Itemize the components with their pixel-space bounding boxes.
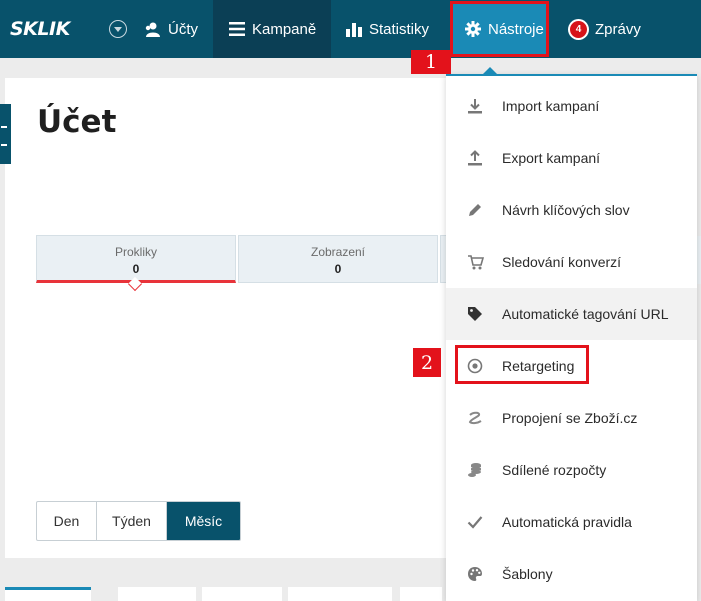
metric-impressions-value: 0: [334, 262, 342, 276]
menu-item-keyword-suggestions[interactable]: Návrh klíčových slov: [446, 184, 697, 236]
step-marker-2: 2: [413, 348, 441, 377]
palette-icon: [466, 565, 484, 583]
user-icon: [144, 22, 161, 37]
metric-clicks[interactable]: Prokliky 0: [36, 235, 236, 283]
bottom-tab[interactable]: [118, 587, 196, 601]
nav-messages-label: Zprávy: [595, 20, 641, 38]
nav-accounts-label: Účty: [168, 20, 198, 38]
tools-dropdown-menu: Import kampaní Export kampaní Návrh klíč…: [446, 67, 697, 601]
nav-accounts[interactable]: Účty: [144, 0, 198, 58]
tag-icon: [466, 305, 484, 323]
nav-messages[interactable]: 4 Zprávy: [568, 0, 641, 58]
menu-item-conversion-tracking[interactable]: Sledování konverzí: [446, 236, 697, 288]
bottom-tab[interactable]: [288, 587, 392, 601]
zbozi-icon: [466, 409, 484, 427]
gear-icon: [465, 21, 481, 37]
nav-tools[interactable]: Nástroje: [450, 1, 549, 57]
metric-overflow: [697, 236, 701, 284]
menu-item-templates[interactable]: Šablony: [446, 548, 697, 600]
nav-campaigns[interactable]: Kampaně: [213, 0, 331, 58]
bottom-tab-active[interactable]: [5, 587, 91, 601]
pencil-icon: [466, 201, 484, 219]
sklik-logo[interactable]: SKLIK: [10, 18, 70, 40]
menu-item-auto-url-tagging[interactable]: Automatické tagování URL: [446, 288, 697, 340]
metric-impressions-label: Zobrazení: [310, 245, 366, 259]
step-marker-1: 1: [411, 50, 451, 74]
menu-item-import-campaigns[interactable]: Import kampaní: [446, 80, 697, 132]
bottom-tab[interactable]: [400, 587, 442, 601]
period-month-button[interactable]: Měsíc: [167, 502, 240, 540]
period-day-button[interactable]: Den: [37, 502, 97, 540]
metric-impressions[interactable]: Zobrazení 0: [238, 235, 438, 283]
period-switcher: Den Týden Měsíc: [36, 501, 241, 541]
download-icon: [466, 97, 484, 115]
bar-chart-icon: [346, 21, 362, 37]
page-title: Účet: [37, 104, 117, 140]
nav-statistics-label: Statistiky: [369, 20, 430, 38]
account-card: [5, 78, 505, 558]
nav-tools-label: Nástroje: [488, 20, 544, 38]
menu-item-automatic-rules[interactable]: Automatická pravidla: [446, 496, 697, 548]
menu-item-shared-budgets[interactable]: Sdílené rozpočty: [446, 444, 697, 496]
side-panel-toggle[interactable]: [0, 104, 11, 164]
metrics-tabs: Prokliky 0 Zobrazení 0: [36, 235, 454, 283]
account-dropdown-icon[interactable]: [109, 20, 127, 38]
nav-campaigns-label: Kampaně: [252, 20, 317, 38]
check-icon: [466, 513, 484, 531]
menu-item-zbozi-connection[interactable]: Propojení se Zboží.cz: [446, 392, 697, 444]
coins-icon: [466, 461, 484, 479]
upload-icon: [466, 149, 484, 167]
bottom-tab[interactable]: [202, 587, 282, 601]
hamburger-icon: [229, 22, 245, 36]
retargeting-highlight: [455, 345, 589, 384]
metric-clicks-label: Prokliky: [114, 245, 157, 259]
cart-icon: [466, 253, 484, 271]
metric-clicks-value: 0: [132, 262, 140, 276]
menu-item-export-campaigns[interactable]: Export kampaní: [446, 132, 697, 184]
top-navigation: SKLIK Účty Kampaně Statistiky Nástroje 4…: [0, 0, 701, 58]
period-week-button[interactable]: Týden: [97, 502, 167, 540]
messages-badge: 4: [568, 18, 589, 40]
